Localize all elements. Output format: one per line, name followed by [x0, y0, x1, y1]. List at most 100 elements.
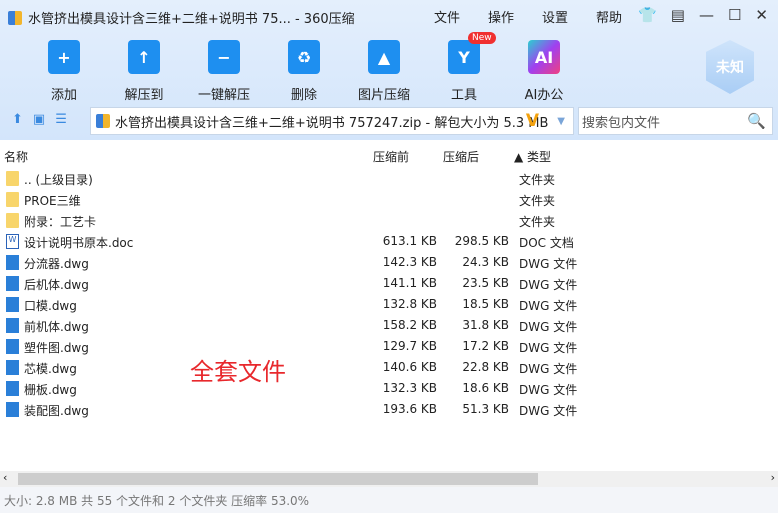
minimize-button[interactable]: —	[699, 6, 714, 24]
delete-icon: ♻	[288, 40, 320, 74]
up-arrow-icon[interactable]: ⬆	[12, 112, 23, 127]
file-type: DWG 文件	[519, 320, 578, 334]
dwg-icon	[6, 339, 19, 354]
close-button[interactable]: ✕	[755, 6, 768, 24]
dwg-icon	[6, 276, 19, 291]
file-packed: 22.8 KB	[462, 360, 509, 374]
menu-operation[interactable]: 操作	[488, 7, 514, 26]
file-name: 装配图.dwg	[24, 404, 89, 418]
title-text: 水管挤出模具设计含三维+二维+说明书 75... - 360压缩	[28, 12, 355, 27]
verified-icon[interactable]: V	[526, 111, 539, 131]
chevron-down-icon[interactable]: ▼	[557, 116, 565, 127]
address-text: 水管挤出模具设计含三维+二维+说明书 757247.zip - 解包大小为 5.…	[115, 115, 549, 131]
file-row[interactable]: PROE三维 文件夹	[0, 189, 778, 210]
label: 解压到	[124, 88, 164, 103]
nav-buttons: ⬆ ▣ ☰	[12, 112, 67, 127]
dwg-icon	[6, 402, 19, 417]
file-size: 132.3 KB	[382, 381, 437, 395]
scroll-thumb[interactable]	[18, 473, 538, 485]
file-packed: 31.8 KB	[462, 318, 509, 332]
file-size: 140.6 KB	[382, 360, 437, 374]
file-size: 129.7 KB	[382, 339, 437, 353]
file-packed: 17.2 KB	[462, 339, 509, 353]
scroll-right-icon[interactable]: ›	[771, 471, 775, 484]
add-button[interactable]: + 添加	[24, 40, 104, 103]
window-controls: 👕 ▤ — ☐ ✕	[638, 6, 768, 24]
new-badge: New	[468, 32, 496, 44]
label: 删除	[290, 88, 317, 103]
file-row[interactable]: 装配图.dwg 193.6 KB 51.3 KB DWG 文件	[0, 399, 778, 420]
skin-icon[interactable]: 👕	[638, 6, 657, 24]
dwg-icon	[6, 297, 19, 312]
file-type: 文件夹	[519, 173, 556, 187]
horizontal-scrollbar[interactable]: ‹ ›	[0, 471, 778, 487]
file-type: 文件夹	[519, 194, 556, 208]
col-name[interactable]: 名称	[4, 148, 28, 165]
file-type: DOC 文档	[519, 236, 574, 250]
file-name: 附录：工艺卡	[24, 215, 97, 229]
file-type: DWG 文件	[519, 341, 578, 355]
feedback-icon[interactable]: ▤	[671, 6, 685, 24]
scroll-left-icon[interactable]: ‹	[3, 471, 7, 484]
file-name: 后机体.dwg	[24, 278, 89, 292]
dwg-icon	[6, 360, 19, 375]
file-name: 分流器.dwg	[24, 257, 89, 271]
file-row[interactable]: 后机体.dwg 141.1 KB 23.5 KB DWG 文件	[0, 273, 778, 294]
file-row[interactable]: 塑件图.dwg 129.7 KB 17.2 KB DWG 文件	[0, 336, 778, 357]
file-row[interactable]: 分流器.dwg 142.3 KB 24.3 KB DWG 文件	[0, 252, 778, 273]
list-view-icon[interactable]: ☰	[55, 112, 67, 127]
file-name: 口模.dwg	[24, 299, 77, 313]
address-bar[interactable]: 水管挤出模具设计含三维+二维+说明书 757247.zip - 解包大小为 5.…	[90, 107, 574, 135]
ai-office-button[interactable]: AI AI办公	[504, 40, 584, 103]
label: 一键解压	[197, 88, 250, 103]
file-size: 132.8 KB	[382, 297, 437, 311]
col-packed[interactable]: 压缩前	[373, 148, 409, 165]
label: AI办公	[524, 88, 564, 103]
tools-button[interactable]: Y New 工具	[424, 32, 504, 103]
label: 图片压缩	[357, 88, 410, 103]
file-size: 613.1 KB	[382, 234, 437, 248]
col-type[interactable]: ▲ 类型	[514, 148, 551, 165]
file-packed: 24.3 KB	[462, 255, 509, 269]
label: 工具	[450, 88, 477, 103]
file-size: 193.6 KB	[382, 402, 437, 416]
search-input[interactable]: 搜索包内文件 🔍	[578, 107, 773, 135]
file-name: 设计说明书原本.doc	[24, 236, 134, 250]
security-badge[interactable]: 未知	[706, 40, 754, 94]
toolbar: + 添加 ↑ 解压到 − 一键解压 ♻ 删除 ▲ 图片压缩 Y New 工具 AI AI办公	[24, 32, 584, 103]
file-size: 158.2 KB	[382, 318, 437, 332]
file-row[interactable]: 附录：工艺卡 文件夹	[0, 210, 778, 231]
menu-help[interactable]: 帮助	[596, 7, 622, 26]
one-click-extract-button[interactable]: − 一键解压	[184, 40, 264, 103]
file-size: 142.3 KB	[382, 255, 437, 269]
maximize-button[interactable]: ☐	[728, 6, 741, 24]
file-row[interactable]: 芯模.dwg 140.6 KB 22.8 KB DWG 文件	[0, 357, 778, 378]
dwg-icon	[6, 255, 19, 270]
file-type: DWG 文件	[519, 362, 578, 376]
file-type: DWG 文件	[519, 257, 578, 271]
file-name: .. (上级目录)	[24, 173, 93, 187]
image-compress-button[interactable]: ▲ 图片压缩	[344, 40, 424, 103]
image-compress-icon: ▲	[368, 40, 400, 74]
file-row[interactable]: 栅板.dwg 132.3 KB 18.6 KB DWG 文件	[0, 378, 778, 399]
file-packed: 298.5 KB	[454, 234, 509, 248]
search-icon[interactable]: 🔍	[747, 112, 766, 130]
file-packed: 18.6 KB	[462, 381, 509, 395]
delete-button[interactable]: ♻ 删除	[264, 40, 344, 103]
extract-to-button[interactable]: ↑ 解压到	[104, 40, 184, 103]
dwg-icon	[6, 381, 19, 396]
tools-icon: Y	[448, 40, 480, 74]
file-row[interactable]: 口模.dwg 132.8 KB 18.5 KB DWG 文件	[0, 294, 778, 315]
file-row[interactable]: W 设计说明书原本.doc 613.1 KB 298.5 KB DOC 文档	[0, 231, 778, 252]
file-type: DWG 文件	[519, 404, 578, 418]
thumbnail-view-icon[interactable]: ▣	[33, 112, 45, 127]
file-row[interactable]: .. (上级目录) 文件夹	[0, 168, 778, 189]
col-compressed[interactable]: 压缩后	[443, 148, 479, 165]
menu-bar: 文件 操作 设置 帮助	[434, 7, 622, 26]
menu-settings[interactable]: 设置	[542, 7, 568, 26]
top-panel: 水管挤出模具设计含三维+二维+说明书 75... - 360压缩 文件 操作 设…	[0, 0, 778, 140]
file-row[interactable]: 前机体.dwg 158.2 KB 31.8 KB DWG 文件	[0, 315, 778, 336]
menu-file[interactable]: 文件	[434, 7, 460, 26]
one-click-extract-icon: −	[208, 40, 240, 74]
add-icon: +	[48, 40, 80, 74]
